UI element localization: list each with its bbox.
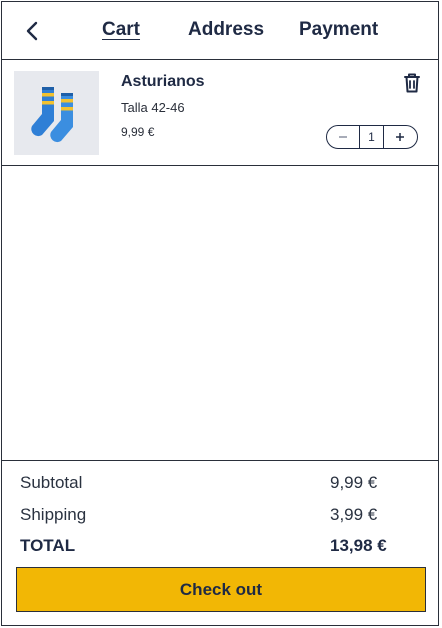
subtotal-value: 9,99 € (330, 473, 378, 492)
trash-icon (404, 73, 420, 93)
product-variant: Talla 42-46 (121, 100, 185, 115)
decrease-quantity-button[interactable] (327, 126, 359, 148)
tab-payment[interactable]: Payment (299, 19, 378, 41)
increase-quantity-button[interactable] (384, 126, 416, 148)
shipping-label: Shipping (20, 505, 87, 524)
checkout-steps-header: Cart Address Payment (2, 2, 438, 60)
quantity-stepper: 1 (326, 125, 418, 149)
cart-item: Asturianos Talla 42-46 9,99 € 1 (2, 60, 438, 166)
cart-screen: Cart Address Payment Asturianos Talla 42… (1, 1, 439, 626)
plus-icon (396, 133, 404, 141)
total-value: 13,98 € (330, 536, 387, 555)
product-image (14, 71, 99, 155)
product-price: 9,99 € (121, 125, 155, 139)
chevron-left-icon (26, 21, 38, 41)
subtotal-label: Subtotal (20, 473, 83, 492)
shipping-value: 3,99 € (330, 505, 378, 524)
socks-icon (31, 87, 73, 143)
product-name: Asturianos (121, 73, 205, 90)
total-label: TOTAL (20, 536, 76, 555)
back-button[interactable] (18, 17, 46, 45)
remove-item-button[interactable] (402, 72, 422, 94)
minus-icon (339, 136, 347, 138)
quantity-value[interactable]: 1 (359, 126, 384, 148)
checkout-button[interactable]: Check out (16, 567, 426, 612)
order-summary: Subtotal 9,99 € Shipping 3,99 € TOTAL 13… (2, 460, 438, 626)
tab-address[interactable]: Address (188, 19, 264, 41)
tab-cart[interactable]: Cart (102, 19, 140, 41)
